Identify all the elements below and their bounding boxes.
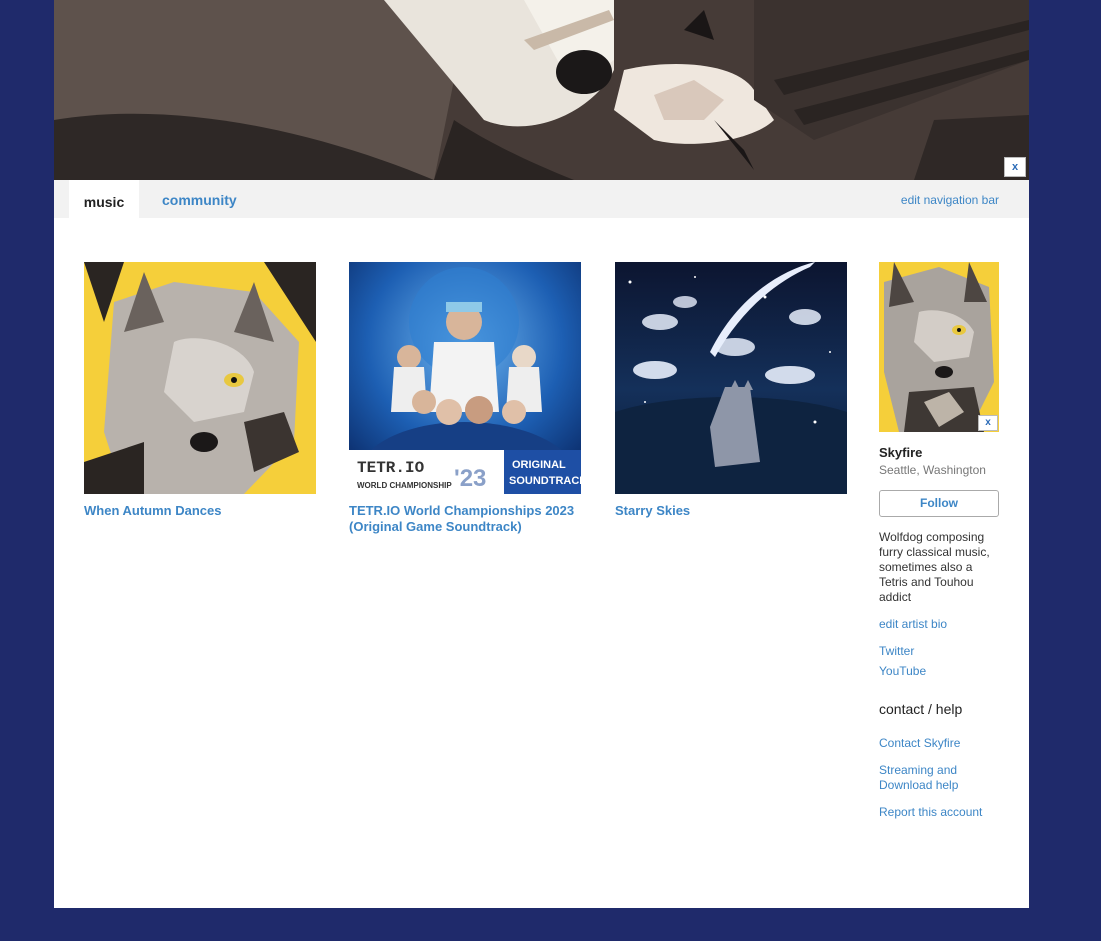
report-account-link[interactable]: Report this account <box>879 805 1001 820</box>
tab-community[interactable]: community <box>162 180 237 218</box>
youtube-link[interactable]: YouTube <box>879 664 1001 679</box>
album-cover-starry-skies[interactable] <box>615 262 847 494</box>
streaming-download-help-link[interactable]: Streaming and Download help <box>879 763 1001 793</box>
contact-help-heading: contact / help <box>879 701 963 717</box>
contact-artist-link[interactable]: Contact Skyfire <box>879 736 1001 751</box>
artist-photo[interactable]: x <box>879 262 999 432</box>
album-cover-tetrio-world-championships-2023[interactable]: TETR.IO WORLD CHAMPIONSHIP '23 ORIGINAL … <box>349 262 581 494</box>
follow-button[interactable]: Follow <box>879 490 999 517</box>
album-title[interactable]: When Autumn Dances <box>84 503 316 519</box>
album-title[interactable]: Starry Skies <box>615 503 847 519</box>
cover-subtitle-text: WORLD CHAMPIONSHIP <box>357 481 452 490</box>
cover-ost-line2: SOUNDTRACK <box>509 475 581 487</box>
artist-bio: Wolfdog composing furry classical music,… <box>879 530 990 604</box>
edit-navigation-bar-link[interactable]: edit navigation bar <box>901 180 999 220</box>
album-item: Starry Skies <box>615 262 847 519</box>
artist-name[interactable]: Skyfire <box>879 445 1001 460</box>
cover-logo-text: TETR.IO <box>357 459 425 477</box>
album-item: TETR.IO WORLD CHAMPIONSHIP '23 ORIGINAL … <box>349 262 581 535</box>
navigation-bar: music community edit navigation bar <box>54 180 1029 218</box>
artist-photo-art <box>879 262 999 432</box>
album-cover-art: TETR.IO WORLD CHAMPIONSHIP '23 ORIGINAL … <box>349 262 581 494</box>
tab-music[interactable]: music <box>69 180 139 218</box>
artist-location: Seattle, Washington <box>879 463 986 477</box>
album-cover-art <box>615 262 847 494</box>
banner-close-button[interactable]: x <box>1004 157 1026 177</box>
album-cover-art <box>84 262 316 494</box>
cover-ost-line1: ORIGINAL <box>512 459 566 471</box>
photo-close-button[interactable]: x <box>978 415 998 431</box>
banner-artwork <box>54 0 1029 180</box>
artist-sidebar: x Skyfire Seattle, Washington Follow Wol… <box>879 262 1001 820</box>
album-cover-when-autumn-dances[interactable] <box>84 262 316 494</box>
album-item: When Autumn Dances <box>84 262 316 519</box>
twitter-link[interactable]: Twitter <box>879 644 1001 659</box>
album-title[interactable]: TETR.IO World Championships 2023 (Origin… <box>349 503 581 535</box>
header-banner-image: x <box>54 0 1029 180</box>
cover-year-text: '23 <box>454 465 486 492</box>
edit-artist-bio-link[interactable]: edit artist bio <box>879 617 1001 632</box>
page-container: x music community edit navigation bar Wh… <box>54 0 1029 908</box>
